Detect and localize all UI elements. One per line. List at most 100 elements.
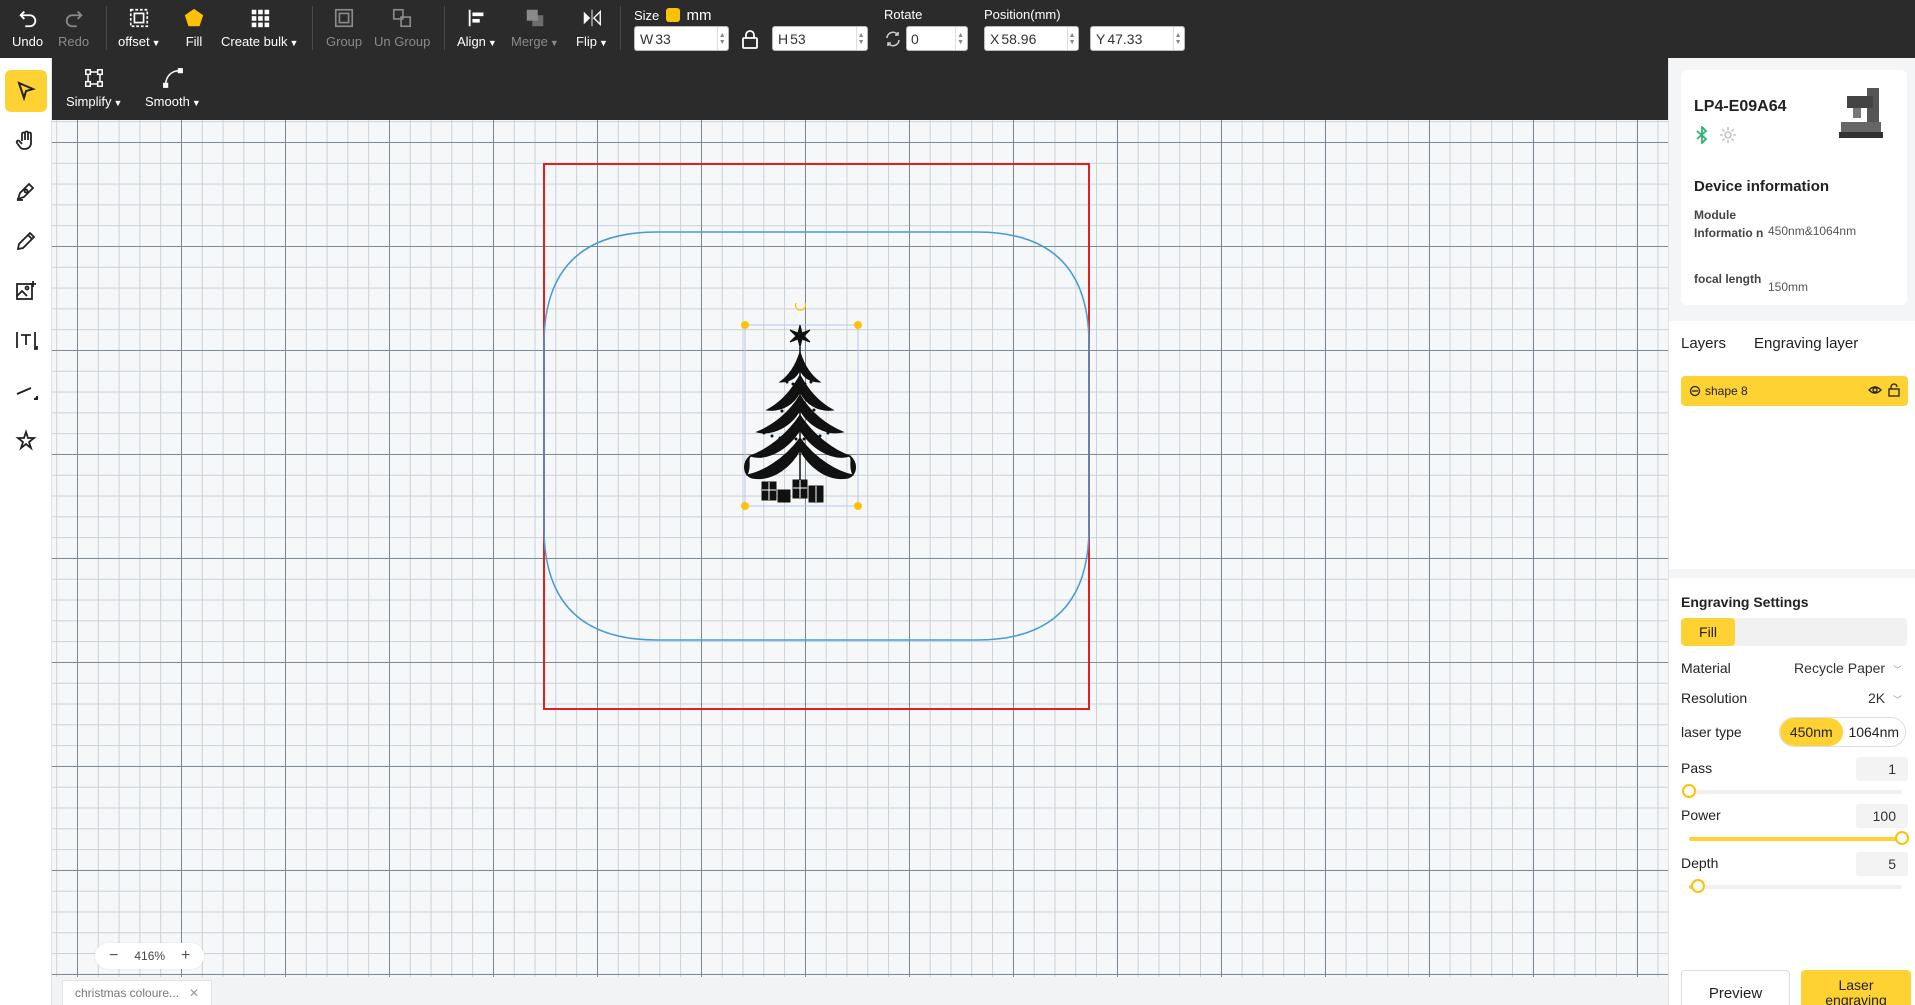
tab-layers[interactable]: Layers [1681, 335, 1726, 352]
x-prefix: X [990, 30, 1000, 47]
preview-button[interactable]: Preview [1681, 970, 1790, 1005]
align-button[interactable]: Align ▼ [457, 6, 497, 52]
x-field[interactable]: X ▲▼ [984, 26, 1079, 51]
undo-button[interactable]: Undo [12, 6, 43, 52]
magic-icon [15, 429, 37, 451]
x-input[interactable] [999, 30, 1068, 47]
pass-input[interactable]: 1 [1856, 757, 1908, 781]
ungroup-button[interactable]: Un Group [374, 6, 430, 52]
pen-icon [16, 182, 35, 201]
size-label: Size [634, 8, 660, 23]
power-slider[interactable] [1689, 831, 1909, 845]
pen-tool[interactable] [5, 170, 47, 212]
rotate-icon [884, 30, 902, 53]
merge-button[interactable]: Merge ▼ [511, 6, 559, 52]
redo-icon [62, 6, 86, 30]
hand-tool[interactable] [5, 120, 47, 162]
file-tab[interactable]: christmas coloure... ✕ [62, 980, 212, 1005]
laser-1064-option[interactable]: 1064nm [1843, 718, 1906, 746]
pass-label: Pass [1681, 760, 1713, 776]
line-tool[interactable] [5, 370, 47, 412]
toolbar-divider [444, 6, 445, 50]
fill-pentagon-icon [182, 6, 206, 30]
tab-engraving-layer[interactable]: Engraving layer [1754, 335, 1858, 352]
simplify-label: Simplify [66, 94, 112, 109]
merge-icon [523, 6, 547, 30]
tab-fill[interactable]: Fill [1681, 618, 1735, 646]
create-bulk-button[interactable]: Create bulk ▼ [221, 6, 298, 52]
power-slider-knob[interactable] [1895, 831, 1909, 845]
laser-engraving-button[interactable]: Laser engraving [1801, 970, 1911, 1005]
pass-slider[interactable] [1682, 784, 1902, 798]
device-image [1837, 84, 1885, 149]
height-prefix: H [778, 30, 789, 47]
lock-icon[interactable] [741, 29, 759, 54]
width-input[interactable] [653, 30, 718, 47]
resolution-value: 2K [1867, 690, 1886, 706]
laser-450-option[interactable]: 450nm [1780, 718, 1843, 746]
y-field[interactable]: Y ▲▼ [1090, 26, 1185, 51]
depth-input[interactable]: 5 [1856, 852, 1908, 876]
height-input[interactable] [788, 30, 857, 47]
design-canvas[interactable] [52, 120, 1668, 977]
image-add-icon [16, 281, 36, 300]
align-icon [465, 6, 489, 30]
christmas-tree-graphic[interactable] [744, 324, 856, 503]
redo-button[interactable]: Redo [58, 6, 89, 52]
width-stepper[interactable]: ▲ ▼ [717, 27, 726, 50]
chevron-down-icon: ﹀ [1892, 665, 1902, 675]
pass-slider-knob[interactable] [1682, 784, 1696, 798]
flip-button[interactable]: Flip ▼ [576, 6, 608, 52]
undo-label: Undo [12, 34, 44, 49]
file-tab-name: christmas coloure... [75, 986, 180, 1000]
select-tool[interactable] [5, 70, 47, 112]
y-input[interactable] [1105, 30, 1174, 47]
chevron-down-icon: ▼ [598, 38, 608, 48]
width-field[interactable]: W ▲▼ [634, 26, 729, 51]
layer-item[interactable]: shape 8 [1681, 376, 1908, 406]
rotate-handle[interactable] [794, 302, 807, 311]
undo-icon [16, 6, 40, 30]
position-label: Position(mm) [984, 7, 1061, 22]
rotate-field[interactable]: ▲▼ [906, 26, 968, 51]
material-select[interactable]: Recycle Paper ﹀ [1794, 660, 1902, 676]
bluetooth-icon [1696, 124, 1708, 149]
chevron-down-icon: ▼ [487, 38, 497, 48]
fill-button[interactable]: Fill [182, 6, 206, 52]
zoom-out-button[interactable]: − [109, 947, 118, 965]
power-input[interactable]: 100 [1856, 804, 1908, 828]
gear-icon[interactable] [1719, 126, 1737, 149]
rotate-input[interactable] [907, 30, 956, 47]
rotate-stepper[interactable]: ▲ ▼ [955, 27, 965, 50]
height-stepper[interactable]: ▲ ▼ [856, 27, 865, 50]
height-field[interactable]: H ▲▼ [772, 26, 868, 51]
simplify-button[interactable]: Simplify ▼ [66, 66, 122, 112]
pencil-tool[interactable] [5, 220, 47, 262]
shape-icon [1689, 385, 1701, 397]
smooth-button[interactable]: Smooth ▼ [145, 66, 201, 112]
depth-slider-knob[interactable] [1690, 879, 1705, 893]
zoom-in-button[interactable]: + [181, 947, 190, 965]
right-panel: LP4-E09A64 Device information Module Inf… [1668, 58, 1915, 1005]
close-icon[interactable]: ✕ [189, 986, 199, 1000]
layers-panel: Layers Engraving layer shape 8 [1669, 321, 1915, 569]
eye-icon[interactable] [1868, 383, 1882, 397]
zoom-level: 416% [134, 949, 166, 963]
y-stepper[interactable]: ▲ ▼ [1173, 27, 1182, 50]
lock-icon[interactable] [1888, 383, 1900, 397]
chevron-down-icon: ▼ [549, 38, 559, 48]
image-tool[interactable] [5, 270, 47, 312]
unit-checkbox[interactable] [665, 8, 680, 22]
x-stepper[interactable]: ▲ ▼ [1067, 27, 1076, 50]
magic-tool[interactable] [5, 420, 47, 462]
resolution-select[interactable]: 2K ﹀ [1868, 690, 1902, 706]
depth-slider[interactable] [1689, 879, 1902, 893]
device-card: LP4-E09A64 Device information Module Inf… [1681, 70, 1907, 305]
text-tool[interactable] [5, 320, 47, 362]
simplify-icon [82, 66, 106, 90]
chevron-down-icon: ﹀ [1892, 695, 1902, 705]
path-toolbar: Simplify ▼ Smooth ▼ [52, 58, 1668, 120]
group-button[interactable]: Group [326, 6, 362, 52]
offset-button[interactable]: offset ▼ [118, 6, 160, 52]
grid-icon [248, 6, 272, 30]
